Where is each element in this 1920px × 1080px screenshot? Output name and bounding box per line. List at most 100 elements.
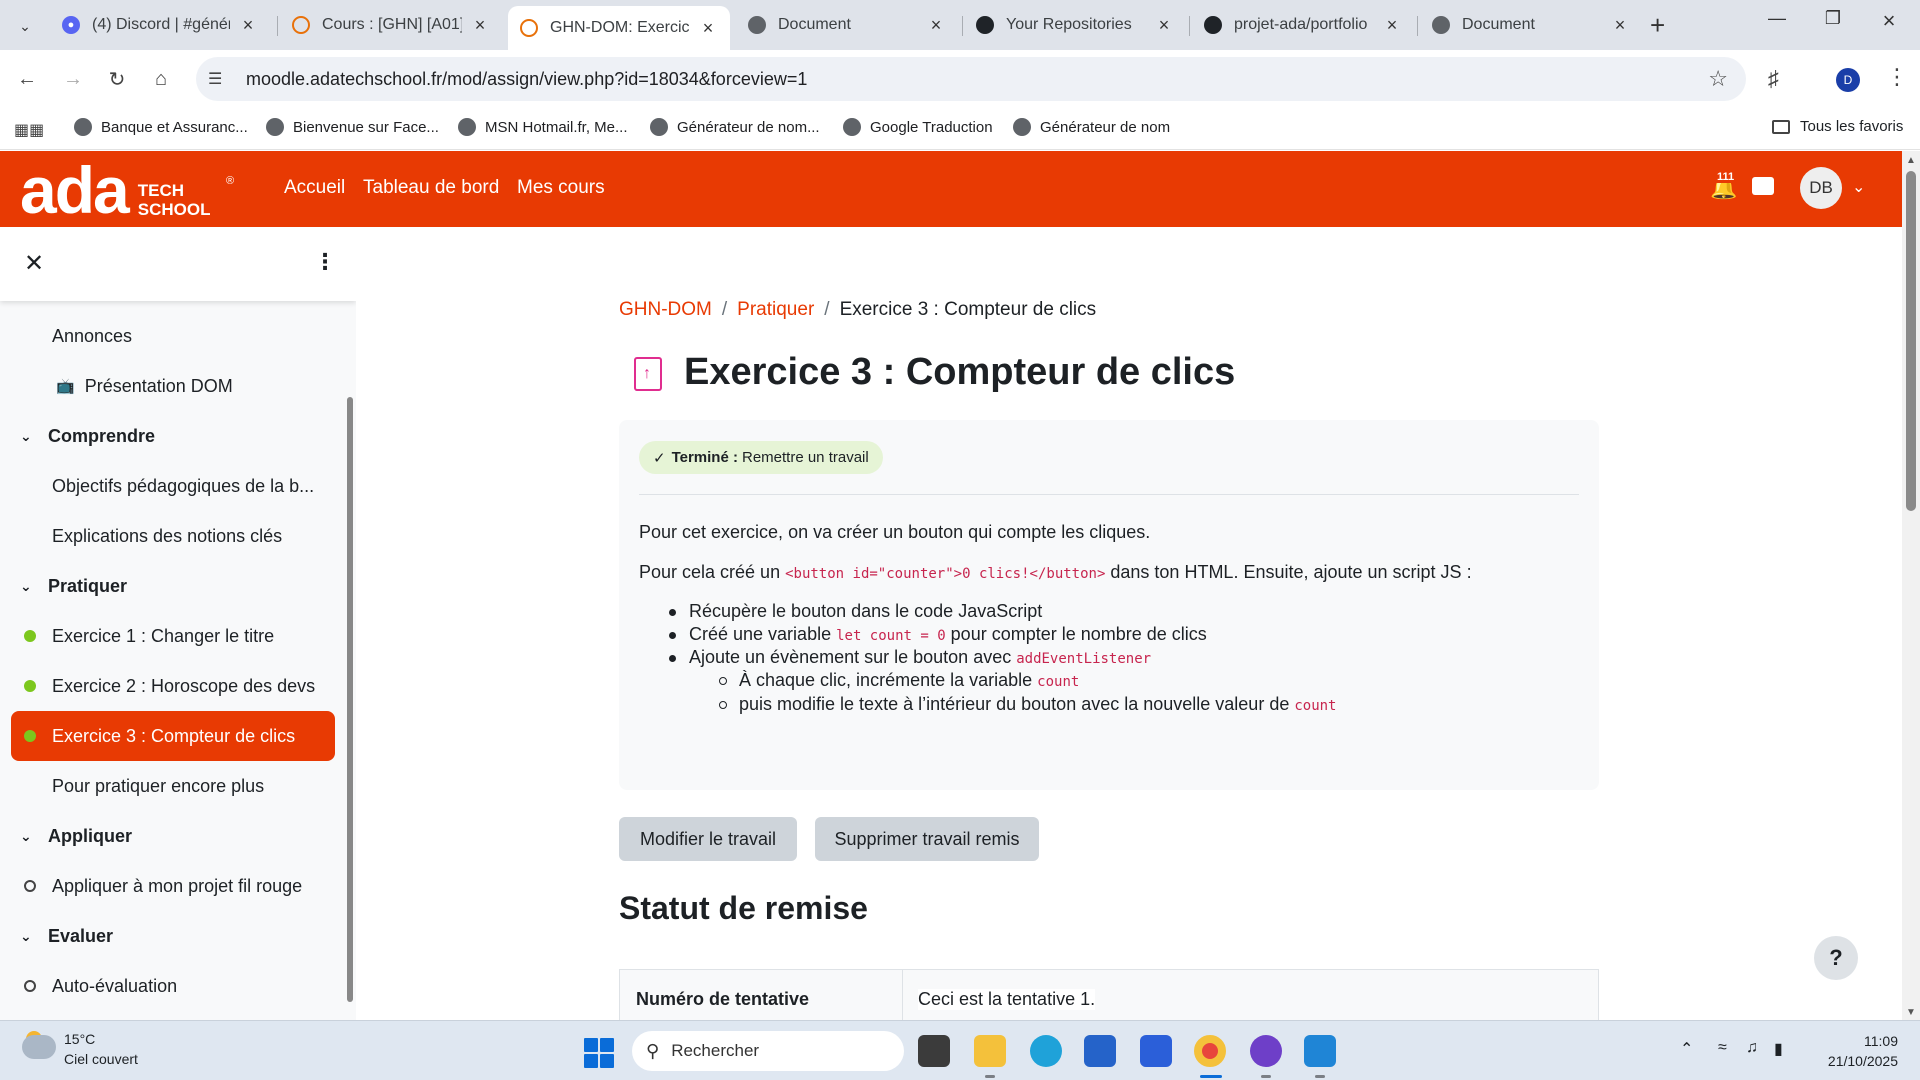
browser-menu-icon[interactable]: ⋮ [1886,64,1908,90]
window-close-icon[interactable]: × [1874,8,1904,34]
bookmark-item[interactable]: Générateur de nom... [650,118,820,136]
battery-icon[interactable]: ▮ [1774,1039,1783,1059]
drawer-scrollbar-thumb[interactable] [347,397,353,1002]
globe-icon [266,118,284,136]
tray-chevron-up-icon[interactable]: ⌃ [1680,1039,1693,1059]
chrome-icon[interactable] [1194,1035,1226,1067]
instruction-bullet: Créé une variable let count = 0 pour com… [669,624,1207,645]
bookmark-item[interactable]: Banque et Assuranc... [74,118,248,136]
scroll-down-icon[interactable]: ▼ [1906,1007,1916,1018]
weather-temperature[interactable]: 15°C [64,1031,95,1047]
microsoft-store-icon[interactable] [1084,1035,1116,1067]
globe-icon [520,19,538,37]
chevron-down-icon[interactable]: ⌄ [1852,177,1865,197]
app-icon[interactable] [1140,1035,1172,1067]
tab-separator [277,16,278,36]
ada-tech-school-logo[interactable]: ada TECH SCHOOL ® [20,155,234,225]
new-tab-icon[interactable]: + [1650,10,1665,41]
course-index-item[interactable]: Exercice 1 : Changer le titre [0,611,340,661]
extensions-icon[interactable]: ♯ [1768,66,1779,92]
folder-icon [1772,119,1790,134]
course-index-item[interactable]: Pour pratiquer encore plus [0,761,340,811]
close-tab-icon[interactable]: × [1154,15,1174,36]
scroll-up-icon[interactable]: ▲ [1906,155,1916,166]
minimize-icon[interactable]: — [1762,8,1792,29]
edit-submission-button[interactable]: Modifier le travail [619,817,797,861]
page-scrollbar-thumb[interactable] [1906,171,1916,511]
course-index-item[interactable]: Appliquer à mon projet fil rouge [0,861,340,911]
breadcrumb-course[interactable]: GHN-DOM [619,299,712,320]
home-icon[interactable]: ⌂ [146,64,176,94]
tab-search-chevron-icon[interactable]: ⌄ [10,11,40,41]
close-tab-icon[interactable]: × [698,18,718,39]
apps-grid-icon[interactable]: ▦▦ [14,120,44,140]
browser-tab[interactable]: Document × [1420,8,1642,42]
breadcrumb-section[interactable]: Pratiquer [737,299,814,320]
nav-mes-cours[interactable]: Mes cours [517,177,605,199]
course-index-item-active[interactable]: Exercice 3 : Compteur de clics [11,711,335,761]
course-index-item[interactable]: Exercice 2 : Horoscope des devs [0,661,340,711]
course-section-pratiquer[interactable]: ⌄ Pratiquer [0,561,340,611]
taskbar-search[interactable]: ⚲ Rechercher [632,1031,904,1071]
course-index-item[interactable]: Objectifs pédagogiques de la b... [0,461,340,511]
close-tab-icon[interactable]: × [1382,15,1402,36]
course-index-item[interactable]: Annonces [0,311,340,361]
close-tab-icon[interactable]: × [1610,15,1630,36]
weather-cloud-icon[interactable] [22,1035,56,1059]
browser-tab[interactable]: Document × [736,8,958,42]
windows-start-icon[interactable] [584,1038,614,1068]
browser-tab-active[interactable]: GHN-DOM: Exercice × [508,6,730,50]
drawer-header: ✕ ⋮ [0,227,356,301]
close-tab-icon[interactable]: × [926,15,946,36]
course-section-appliquer[interactable]: ⌄ Appliquer [0,811,340,861]
url-text[interactable]: moodle.adatechschool.fr/mod/assign/view.… [246,69,807,90]
globe-icon [843,118,861,136]
volume-icon[interactable]: ♫ [1746,1039,1758,1057]
weather-description[interactable]: Ciel couvert [64,1051,138,1067]
all-bookmarks[interactable]: Tous les favoris [1772,118,1903,135]
forward-icon[interactable]: → [58,64,88,94]
restore-icon[interactable]: ❐ [1818,8,1848,29]
site-info-icon[interactable]: ☰ [208,69,238,89]
submission-status-table: Numéro de tentative Ceci est la tentativ… [619,969,1599,1020]
bookmark-item[interactable]: MSN Hotmail.fr, Me... [458,118,628,136]
nav-accueil[interactable]: Accueil [284,177,345,199]
help-button[interactable]: ? [1814,936,1858,980]
bookmark-star-icon[interactable]: ☆ [1708,66,1728,92]
task-view-icon[interactable] [918,1035,950,1067]
close-tab-icon[interactable]: × [238,15,258,36]
github-desktop-icon[interactable] [1250,1035,1282,1067]
messages-icon[interactable] [1752,177,1774,195]
edge-icon[interactable] [1030,1035,1062,1067]
course-section-comprendre[interactable]: ⌄ Comprendre [0,411,340,461]
drawer-menu-icon[interactable]: ⋮ [314,249,336,275]
browser-tab[interactable]: ● (4) Discord | #généra × [50,8,270,42]
file-explorer-icon[interactable] [974,1035,1006,1067]
page-scrollbar[interactable]: ▲ ▼ [1902,151,1920,1020]
close-tab-icon[interactable]: × [470,15,490,36]
browser-tab[interactable]: Your Repositories × [964,8,1186,42]
bookmark-item[interactable]: Google Traduction [843,118,993,136]
course-index-item[interactable]: Auto-évaluation [0,961,340,1011]
wifi-icon[interactable]: ≈ [1718,1039,1727,1057]
back-icon[interactable]: ← [12,64,42,94]
remove-submission-button[interactable]: Supprimer travail remis [815,817,1039,861]
course-index-item[interactable]: Explications des notions clés [0,511,340,561]
vscode-icon[interactable] [1304,1035,1336,1067]
drawer-scrollbar[interactable] [345,307,353,1020]
reload-icon[interactable]: ↻ [102,64,132,94]
course-section-evaluer[interactable]: ⌄ Evaluer [0,911,340,961]
course-index-item[interactable]: 📺 Présentation DOM [0,361,340,411]
bookmark-item[interactable]: Bienvenue sur Face... [266,118,439,136]
browser-tab[interactable]: projet-ada/portfolio × [1192,8,1414,42]
browser-tab[interactable]: Cours : [GHN] [A01] T × [280,8,502,42]
close-drawer-icon[interactable]: ✕ [24,249,44,278]
user-avatar[interactable]: DB [1800,167,1842,209]
site-header: ada TECH SCHOOL ® Accueil Tableau de bord… [0,151,1902,227]
bookmark-item[interactable]: Générateur de nom [1013,118,1170,136]
address-bar[interactable]: ☰ moodle.adatechschool.fr/mod/assign/vie… [196,57,1746,101]
browser-profile-avatar[interactable]: D [1836,68,1860,92]
nav-tableau-de-bord[interactable]: Tableau de bord [363,177,499,199]
system-clock[interactable]: 11:09 21/10/2025 [1818,1031,1898,1071]
globe-icon [748,16,766,34]
